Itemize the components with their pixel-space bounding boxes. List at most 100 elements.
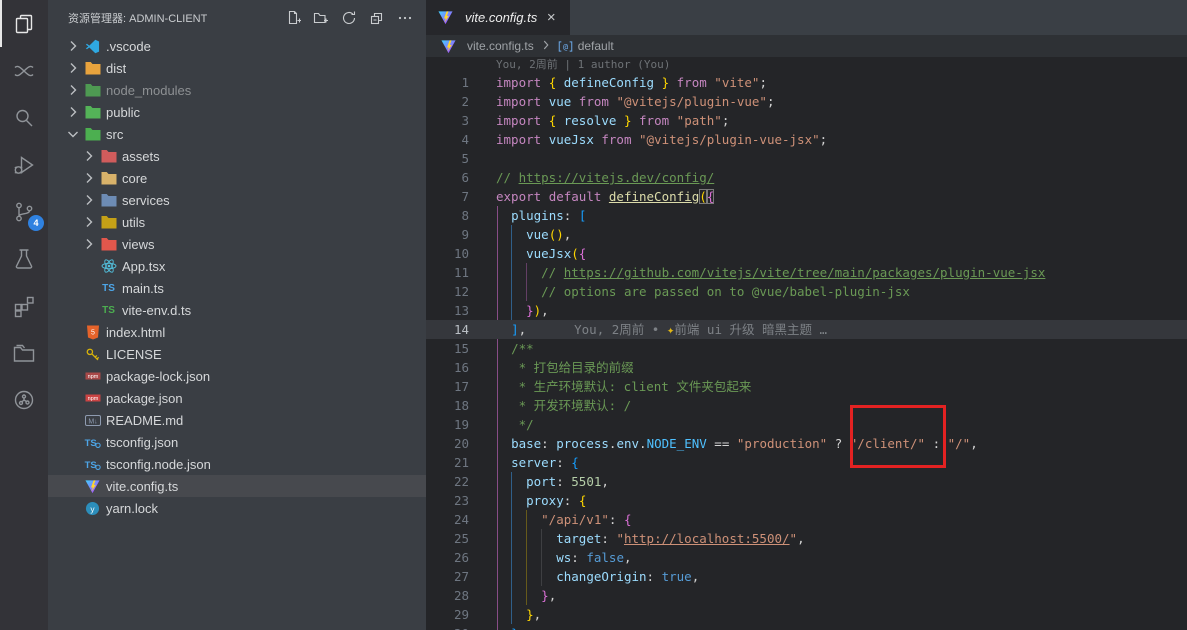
line-number: 15 [426,339,496,358]
code-line-12[interactable]: 12 // options are passed on to @vue/babe… [426,282,1187,301]
code-line-7[interactable]: 7export default defineConfig({ [426,187,1187,206]
extensions-icon[interactable] [0,282,48,329]
source-control-icon[interactable]: 4 [0,188,48,235]
tree-item-LICENSE[interactable]: LICENSE [48,343,426,365]
tree-item-package.json[interactable]: npmpackage.json [48,387,426,409]
tree-item-README.md[interactable]: M↓README.md [48,409,426,431]
code-line-28[interactable]: 28 }, [426,586,1187,605]
npm-icon: npm [84,390,101,406]
code-line-17[interactable]: 17 * 生产环境默认: client 文件夹包起来 [426,377,1187,396]
collapse-all-icon[interactable] [366,7,388,29]
refresh-icon[interactable] [338,7,360,29]
line-number: 6 [426,168,496,187]
git-graph-icon[interactable] [0,376,48,423]
tree-item-public[interactable]: public [48,101,426,123]
folder-icon [84,60,101,76]
tree-item-core[interactable]: core [48,167,426,189]
line-number: 18 [426,396,496,415]
code-line-5[interactable]: 5 [426,149,1187,168]
chevron-spacer [62,390,84,406]
code-line-16[interactable]: 16 * 打包给目录的前缀 [426,358,1187,377]
tree-item-package-lock.json[interactable]: npmpackage-lock.json [48,365,426,387]
symbol-default-icon: @ [558,40,573,53]
chevron-collapsed-icon [78,214,100,230]
tree-item-dist[interactable]: dist [48,57,426,79]
code-area[interactable]: You, 2周前 | 1 author (You)1import { defin… [426,57,1187,630]
tree-item-yarn.lock[interactable]: yyarn.lock [48,497,426,519]
vs-logo-icon[interactable] [0,47,48,94]
tree-item-services[interactable]: services [48,189,426,211]
folder-icon [100,148,117,164]
breadcrumb-file[interactable]: vite.config.ts [467,39,534,53]
code-line-15[interactable]: 15 /** [426,339,1187,358]
new-folder-icon[interactable] [310,7,332,29]
tree-item-views[interactable]: views [48,233,426,255]
line-number: 21 [426,453,496,472]
code-line-1[interactable]: 1import { defineConfig } from "vite"; [426,73,1187,92]
chevron-spacer [78,280,100,296]
tree-item-assets[interactable]: assets [48,145,426,167]
tree-item-label: tsconfig.json [106,435,178,450]
code-line-25[interactable]: 25 target: "http://localhost:5500/", [426,529,1187,548]
code-line-26[interactable]: 26 ws: false, [426,548,1187,567]
line-number: 23 [426,491,496,510]
tree-item-tsconfig.node.json[interactable]: TStsconfig.node.json [48,453,426,475]
tree-item-label: utils [122,215,145,230]
line-number: 16 [426,358,496,377]
vite-icon [440,38,457,54]
tree-item-label: dist [106,61,126,76]
code-line-10[interactable]: 10 vueJsx({ [426,244,1187,263]
tree-item-utils[interactable]: utils [48,211,426,233]
code-line-9[interactable]: 9 vue(), [426,225,1187,244]
code-line-20[interactable]: 20 base: process.env.NODE_ENV == "produc… [426,434,1187,453]
tree-item-label: node_modules [106,83,191,98]
code-line-11[interactable]: 11 // https://github.com/vitejs/vite/tre… [426,263,1187,282]
code-line-22[interactable]: 22 port: 5501, [426,472,1187,491]
code-line-14[interactable]: 14 ],You, 2周前 • ✦前端 ui 升级 暗黑主题 … [426,320,1187,339]
line-number: 28 [426,586,496,605]
tree-item-vite.config.ts[interactable]: vite.config.ts [48,475,426,497]
code-line-2[interactable]: 2import vue from "@vitejs/plugin-vue"; [426,92,1187,111]
breadcrumb-symbol[interactable]: default [578,39,614,53]
tree-item-index.html[interactable]: 5index.html [48,321,426,343]
tree-item-src[interactable]: src [48,123,426,145]
testing-icon[interactable] [0,235,48,282]
tab-close-icon[interactable]: × [543,9,559,26]
tree-item-.vscode[interactable]: .vscode [48,35,426,57]
tree-item-node_modules[interactable]: node_modules [48,79,426,101]
chevron-collapsed-icon [62,38,84,54]
code-line-8[interactable]: 8 plugins: [ [426,206,1187,225]
code-line-21[interactable]: 21 server: { [426,453,1187,472]
tree-item-vite-env.d.ts[interactable]: TSvite-env.d.ts [48,299,426,321]
codelens-blame[interactable]: You, 2周前 | 1 author (You) [496,57,670,73]
code-line-6[interactable]: 6// https://vitejs.dev/config/ [426,168,1187,187]
chevron-spacer [62,456,84,472]
code-line-13[interactable]: 13 }), [426,301,1187,320]
line-number: 20 [426,434,496,453]
code-line-4[interactable]: 4import vueJsx from "@vitejs/plugin-vue-… [426,130,1187,149]
code-line-30[interactable]: 30 }, [426,624,1187,630]
folder-icon [84,82,101,98]
ts-icon: TS [100,280,117,296]
tab-vite-config[interactable]: vite.config.ts × [426,0,570,35]
html-icon: 5 [84,324,101,340]
code-line-27[interactable]: 27 changeOrigin: true, [426,567,1187,586]
search-icon[interactable] [0,94,48,141]
tree-item-main.ts[interactable]: TSmain.ts [48,277,426,299]
run-debug-icon[interactable] [0,141,48,188]
code-line-3[interactable]: 3import { resolve } from "path"; [426,111,1187,130]
code-line-19[interactable]: 19 */ [426,415,1187,434]
more-icon[interactable] [394,7,416,29]
tree-item-App.tsx[interactable]: App.tsx [48,255,426,277]
tree-item-tsconfig.json[interactable]: TStsconfig.json [48,431,426,453]
new-file-icon[interactable] [282,7,304,29]
folder-icon [84,104,101,120]
code-line-24[interactable]: 24 "/api/v1": { [426,510,1187,529]
line-number: 27 [426,567,496,586]
explorer-icon[interactable] [0,0,48,47]
code-line-29[interactable]: 29 }, [426,605,1187,624]
line-number: 11 [426,263,496,282]
project-manager-icon[interactable] [0,329,48,376]
code-line-18[interactable]: 18 * 开发环境默认: / [426,396,1187,415]
code-line-23[interactable]: 23 proxy: { [426,491,1187,510]
